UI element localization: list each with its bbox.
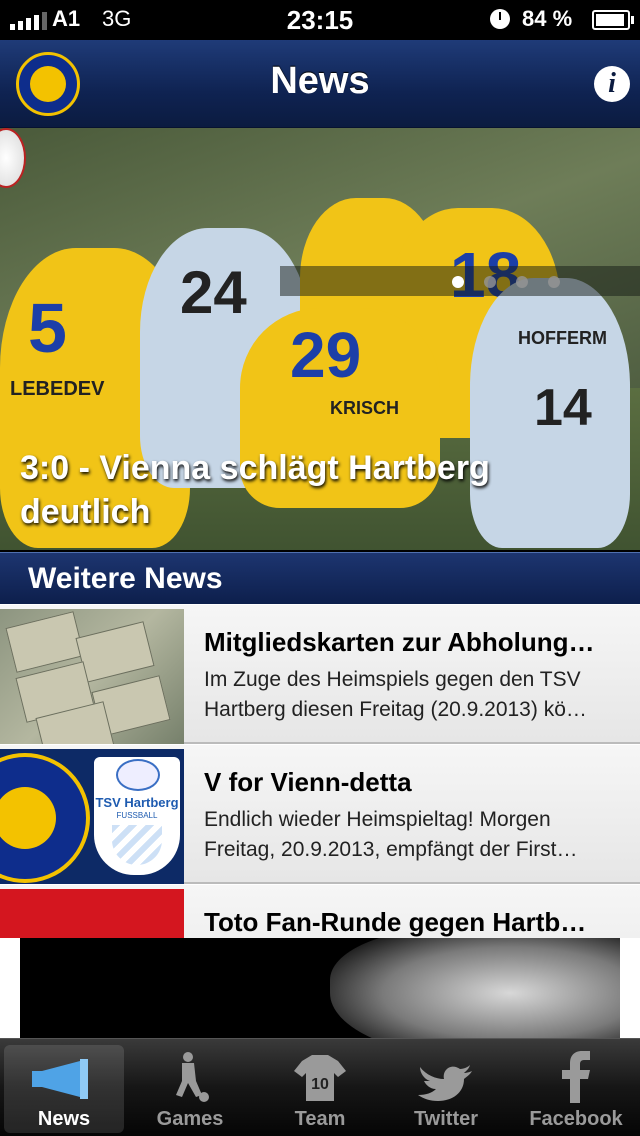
alarm-clock-icon bbox=[490, 9, 510, 29]
page-title: News bbox=[270, 60, 370, 102]
jersey-number: 24 bbox=[180, 259, 247, 326]
football-icon bbox=[0, 128, 26, 188]
tab-games[interactable]: Games bbox=[130, 1045, 250, 1133]
opponent-logo: TSV Hartberg FUSSBALL bbox=[94, 757, 180, 875]
jersey-name: LEBEDEV bbox=[10, 378, 105, 400]
tab-facebook[interactable]: Facebook bbox=[516, 1045, 636, 1133]
svg-text:10: 10 bbox=[311, 1076, 329, 1093]
tab-team[interactable]: 10 Team bbox=[260, 1045, 380, 1133]
news-thumbnail bbox=[0, 889, 184, 938]
tab-label: Team bbox=[294, 1108, 346, 1130]
news-thumbnail bbox=[0, 609, 184, 745]
news-description: Endlich wieder Heimspieltag! Morgen Frei… bbox=[204, 808, 578, 861]
battery-percentage: 84 % bbox=[522, 6, 573, 31]
navigation-bar: News i bbox=[0, 40, 640, 128]
news-title: V for Vienn-detta bbox=[204, 767, 412, 797]
news-list-item[interactable]: Mitgliedskarten zur Abholung… Im Zuge de… bbox=[0, 604, 640, 745]
opponent-logo-subtitle: FUSSBALL bbox=[116, 811, 158, 820]
football-icon bbox=[116, 759, 160, 791]
jersey-number: 14 bbox=[534, 379, 592, 437]
news-description: Im Zuge des Heimspiels gegen den TSV Har… bbox=[204, 668, 587, 721]
info-button[interactable]: i bbox=[594, 66, 630, 102]
twitter-bird-icon bbox=[418, 1065, 472, 1101]
tab-label: Facebook bbox=[529, 1108, 623, 1130]
jersey-name: KRISCH bbox=[330, 398, 400, 418]
carousel-page-indicator[interactable] bbox=[280, 266, 640, 296]
tab-label: Games bbox=[156, 1108, 224, 1130]
page-dot[interactable] bbox=[452, 276, 464, 288]
megaphone-icon bbox=[32, 1059, 88, 1099]
news-list: Mitgliedskarten zur Abholung… Im Zuge de… bbox=[0, 604, 640, 938]
jersey-icon: 10 bbox=[294, 1055, 346, 1101]
news-thumbnail: TSV Hartberg FUSSBALL bbox=[0, 749, 184, 885]
tab-bar: News Games 10 Team Twitter Facebook bbox=[0, 1038, 640, 1136]
jersey-number: 5 bbox=[28, 289, 67, 367]
tab-news[interactable]: News bbox=[4, 1045, 124, 1133]
section-title: Weitere News bbox=[28, 562, 223, 595]
tab-label: News bbox=[37, 1108, 91, 1130]
page-dot[interactable] bbox=[516, 276, 528, 288]
page-dot[interactable] bbox=[548, 276, 560, 288]
opponent-logo-name: TSV Hartberg bbox=[95, 795, 179, 810]
section-header: Weitere News bbox=[0, 552, 640, 604]
news-title: Mitgliedskarten zur Abholung… bbox=[204, 627, 595, 657]
page-dot[interactable] bbox=[484, 276, 496, 288]
facebook-icon bbox=[562, 1051, 590, 1103]
ad-image[interactable] bbox=[20, 938, 620, 1038]
jersey-name: HOFFERM bbox=[518, 328, 607, 348]
tab-twitter[interactable]: Twitter bbox=[386, 1045, 506, 1133]
tab-label: Twitter bbox=[413, 1108, 479, 1130]
featured-headline[interactable]: 3:0 - Vienna schlägt Hartberg deutlich bbox=[20, 446, 600, 534]
ad-banner[interactable] bbox=[0, 938, 640, 1038]
featured-news-carousel[interactable]: 5 LEBEDEV 24 18 29 KRISCH HOFFERM 14 3:0… bbox=[0, 128, 640, 550]
soccer-player-icon bbox=[176, 1052, 209, 1102]
news-list-item[interactable]: TSV Hartberg FUSSBALL V for Vienn-detta … bbox=[0, 744, 640, 885]
battery-icon bbox=[592, 10, 634, 30]
status-bar: A1 3G 23:15 84 % bbox=[0, 0, 640, 40]
jersey-number: 29 bbox=[290, 319, 362, 391]
news-title: Toto Fan-Runde gegen Hartb… bbox=[204, 907, 587, 937]
news-list-item[interactable]: Toto Fan-Runde gegen Hartb… bbox=[0, 884, 640, 938]
